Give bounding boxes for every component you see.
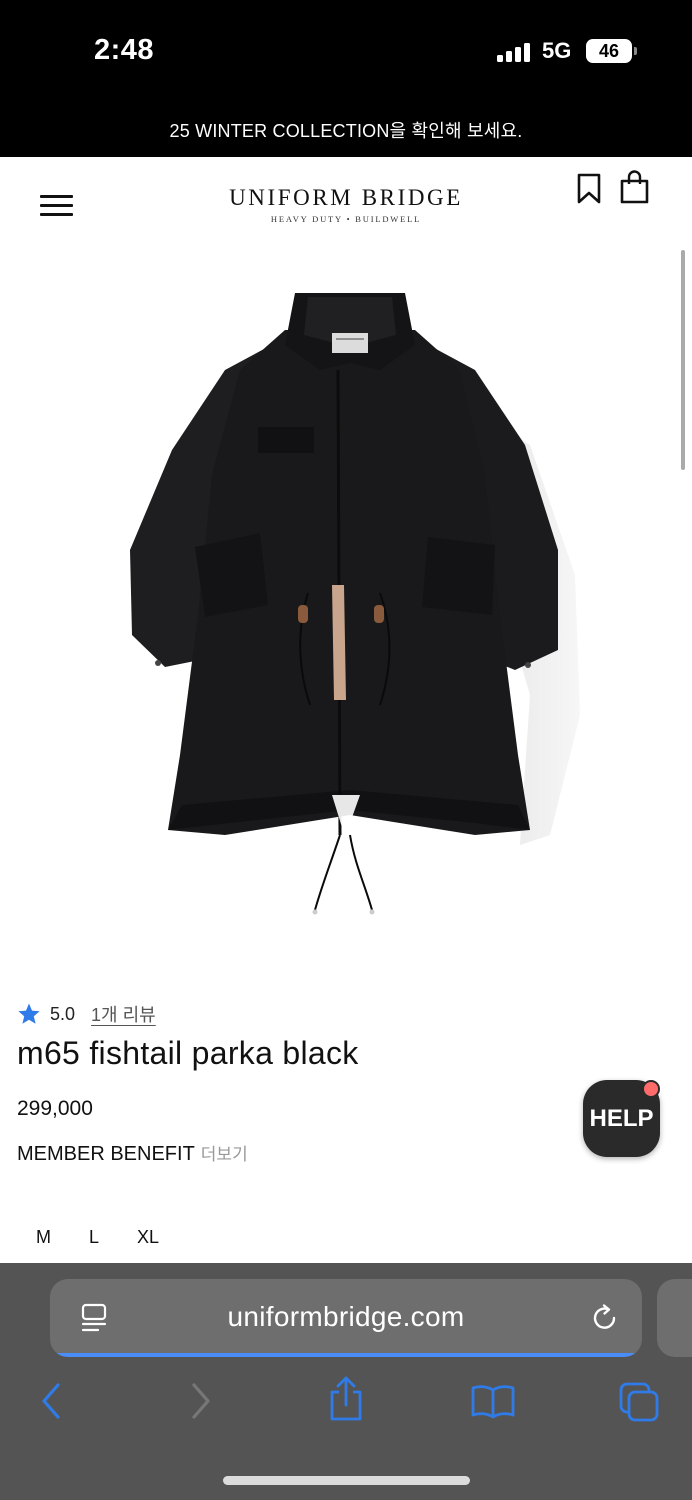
size-options: M L XL — [36, 1227, 197, 1248]
url-text[interactable]: uniformbridge.com — [50, 1301, 642, 1333]
promo-banner[interactable]: 25 WINTER COLLECTION을 확인해 보세요. — [0, 104, 692, 157]
product-rating: 5.0 1개 리뷰 — [17, 1001, 156, 1027]
back-icon[interactable] — [38, 1381, 64, 1421]
help-label: HELP — [589, 1105, 654, 1132]
member-benefit[interactable]: MEMBER BENEFIT 더보기 — [17, 1140, 248, 1166]
member-benefit-label: MEMBER BENEFIT — [17, 1143, 195, 1165]
status-bar: 2:48 5G 46 — [0, 0, 692, 104]
notification-dot — [642, 1080, 660, 1098]
size-option-m[interactable]: M — [36, 1227, 51, 1248]
product-title: m65 fishtail parka black — [17, 1035, 359, 1071]
product-price: 299,000 — [17, 1097, 93, 1120]
battery-icon: 46 — [586, 39, 637, 63]
reload-icon[interactable] — [590, 1303, 620, 1333]
star-icon — [18, 1003, 40, 1024]
address-bar[interactable]: uniformbridge.com — [50, 1279, 642, 1357]
tabs-icon[interactable] — [618, 1381, 660, 1423]
next-tab-peek[interactable] — [657, 1279, 692, 1357]
size-option-l[interactable]: L — [89, 1227, 99, 1248]
rating-value: 5.0 — [50, 1003, 76, 1024]
scrollbar[interactable] — [681, 250, 685, 470]
home-indicator — [223, 1476, 470, 1485]
status-time: 2:48 — [94, 34, 155, 66]
review-link[interactable]: 1개 리뷰 — [91, 1001, 156, 1027]
help-button[interactable]: HELP — [583, 1080, 660, 1157]
size-option-xl[interactable]: XL — [137, 1227, 159, 1248]
network-label: 5G — [542, 38, 572, 63]
signal-icon — [497, 42, 531, 62]
member-benefit-more[interactable]: 더보기 — [201, 1145, 248, 1164]
bookmarks-icon[interactable] — [470, 1383, 516, 1419]
bookmark-icon[interactable] — [576, 173, 602, 205]
product-image[interactable] — [110, 275, 590, 935]
browser-toolbar: uniformbridge.com — [0, 1263, 692, 1500]
brand-tagline: HEAVY DUTY • BUILDWELL — [270, 214, 422, 224]
shopping-bag-icon[interactable] — [620, 170, 649, 204]
share-icon[interactable] — [326, 1375, 366, 1423]
site-header: UNIFORM BRIDGE HEAVY DUTY • BUILDWELL — [0, 157, 692, 247]
forward-icon[interactable] — [188, 1381, 214, 1421]
